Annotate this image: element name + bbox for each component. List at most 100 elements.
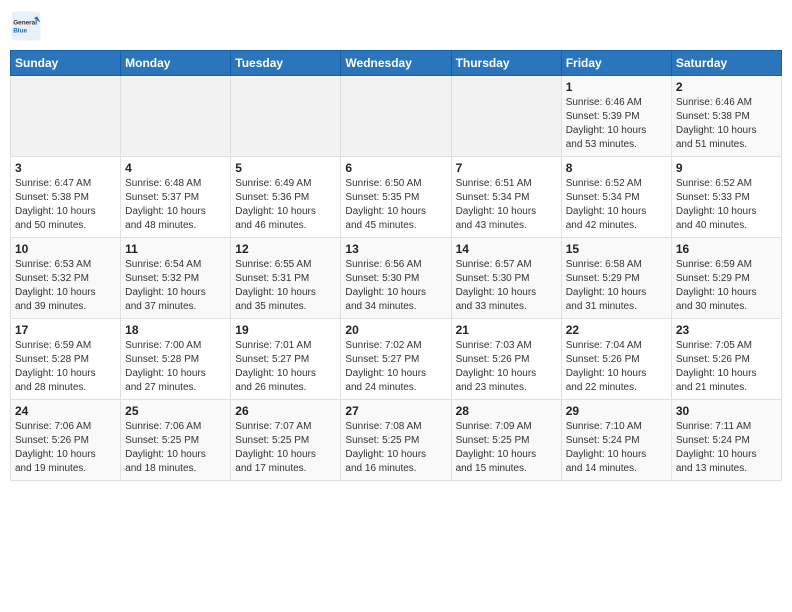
day-cell [11,76,121,157]
day-cell: 10 Sunrise: 6:53 AM Sunset: 5:32 PM Dayli… [11,238,121,319]
calendar-header: SundayMondayTuesdayWednesdayThursdayFrid… [11,51,782,76]
day-number: 18 [125,323,226,337]
day-info: Sunrise: 6:52 AM Sunset: 5:34 PM Dayligh… [566,177,667,233]
day-info: Sunrise: 6:49 AM Sunset: 5:36 PM Dayligh… [235,177,336,233]
header-cell-sunday: Sunday [11,51,121,76]
day-info: Sunrise: 7:08 AM Sunset: 5:25 PM Dayligh… [345,420,446,476]
header-cell-thursday: Thursday [451,51,561,76]
day-number: 6 [345,161,446,175]
day-cell: 8Sunrise: 6:52 AM Sunset: 5:34 PM Daylig… [561,157,671,238]
day-number: 28 [456,404,557,418]
day-info: Sunrise: 7:06 AM Sunset: 5:25 PM Dayligh… [125,420,226,476]
logo: General Blue [10,10,46,42]
day-number: 17 [15,323,116,337]
day-cell: 27Sunrise: 7:08 AM Sunset: 5:25 PM Dayli… [341,400,451,481]
day-number: 26 [235,404,336,418]
day-number: 4 [125,161,226,175]
day-info: Sunrise: 6:46 AM Sunset: 5:38 PM Dayligh… [676,96,777,152]
day-info: Sunrise: 6:50 AM Sunset: 5:35 PM Dayligh… [345,177,446,233]
day-number: 7 [456,161,557,175]
day-cell: 28 Sunrise: 7:09 AM Sunset: 5:25 PM Dayli… [451,400,561,481]
day-cell [121,76,231,157]
day-number: 1 [566,80,667,94]
day-info: Sunrise: 6:59 AM Sunset: 5:29 PM Dayligh… [676,258,777,314]
header-cell-monday: Monday [121,51,231,76]
day-cell: 6 Sunrise: 6:50 AM Sunset: 5:35 PM Daylig… [341,157,451,238]
day-number: 23 [676,323,777,337]
day-info: Sunrise: 6:47 AM Sunset: 5:38 PM Dayligh… [15,177,116,233]
day-info: Sunrise: 6:55 AM Sunset: 5:31 PM Dayligh… [235,258,336,314]
day-cell [341,76,451,157]
day-info: Sunrise: 7:04 AM Sunset: 5:26 PM Dayligh… [566,339,667,395]
day-number: 9 [676,161,777,175]
day-number: 24 [15,404,116,418]
header-cell-saturday: Saturday [671,51,781,76]
day-info: Sunrise: 6:51 AM Sunset: 5:34 PM Dayligh… [456,177,557,233]
day-number: 25 [125,404,226,418]
day-number: 15 [566,242,667,256]
header-cell-wednesday: Wednesday [341,51,451,76]
week-row-4: 17Sunrise: 6:59 AM Sunset: 5:28 PM Dayli… [11,319,782,400]
day-info: Sunrise: 6:57 AM Sunset: 5:30 PM Dayligh… [456,258,557,314]
day-info: Sunrise: 7:10 AM Sunset: 5:24 PM Dayligh… [566,420,667,476]
day-number: 12 [235,242,336,256]
day-info: Sunrise: 6:52 AM Sunset: 5:33 PM Dayligh… [676,177,777,233]
day-info: Sunrise: 7:02 AM Sunset: 5:27 PM Dayligh… [345,339,446,395]
day-info: Sunrise: 6:53 AM Sunset: 5:32 PM Dayligh… [15,258,116,314]
day-cell: 5 Sunrise: 6:49 AM Sunset: 5:36 PM Daylig… [231,157,341,238]
svg-text:Blue: Blue [13,27,27,34]
day-cell [451,76,561,157]
day-info: Sunrise: 7:00 AM Sunset: 5:28 PM Dayligh… [125,339,226,395]
day-number: 2 [676,80,777,94]
day-cell: 24 Sunrise: 7:06 AM Sunset: 5:26 PM Dayli… [11,400,121,481]
day-cell: 22 Sunrise: 7:04 AM Sunset: 5:26 PM Dayli… [561,319,671,400]
day-info: Sunrise: 7:09 AM Sunset: 5:25 PM Dayligh… [456,420,557,476]
day-number: 22 [566,323,667,337]
day-cell: 16 Sunrise: 6:59 AM Sunset: 5:29 PM Dayli… [671,238,781,319]
week-row-1: 1 Sunrise: 6:46 AM Sunset: 5:39 PM Daylig… [11,76,782,157]
day-number: 14 [456,242,557,256]
header-cell-friday: Friday [561,51,671,76]
week-row-5: 24 Sunrise: 7:06 AM Sunset: 5:26 PM Dayli… [11,400,782,481]
day-cell: 18 Sunrise: 7:00 AM Sunset: 5:28 PM Dayli… [121,319,231,400]
day-cell: 25 Sunrise: 7:06 AM Sunset: 5:25 PM Dayli… [121,400,231,481]
day-number: 16 [676,242,777,256]
day-cell: 15 Sunrise: 6:58 AM Sunset: 5:29 PM Dayli… [561,238,671,319]
day-number: 5 [235,161,336,175]
day-number: 30 [676,404,777,418]
week-row-2: 3 Sunrise: 6:47 AM Sunset: 5:38 PM Daylig… [11,157,782,238]
day-cell: 11Sunrise: 6:54 AM Sunset: 5:32 PM Dayli… [121,238,231,319]
day-cell: 21Sunrise: 7:03 AM Sunset: 5:26 PM Dayli… [451,319,561,400]
day-info: Sunrise: 7:06 AM Sunset: 5:26 PM Dayligh… [15,420,116,476]
calendar-table: SundayMondayTuesdayWednesdayThursdayFrid… [10,50,782,481]
day-cell: 29 Sunrise: 7:10 AM Sunset: 5:24 PM Dayli… [561,400,671,481]
day-cell: 9 Sunrise: 6:52 AM Sunset: 5:33 PM Daylig… [671,157,781,238]
week-row-3: 10 Sunrise: 6:53 AM Sunset: 5:32 PM Dayli… [11,238,782,319]
calendar-body: 1 Sunrise: 6:46 AM Sunset: 5:39 PM Daylig… [11,76,782,481]
day-info: Sunrise: 6:46 AM Sunset: 5:39 PM Dayligh… [566,96,667,152]
day-cell: 20 Sunrise: 7:02 AM Sunset: 5:27 PM Dayli… [341,319,451,400]
header: General Blue [10,10,782,42]
logo-icon: General Blue [10,10,42,42]
day-cell: 7 Sunrise: 6:51 AM Sunset: 5:34 PM Daylig… [451,157,561,238]
day-number: 29 [566,404,667,418]
day-cell: 19Sunrise: 7:01 AM Sunset: 5:27 PM Dayli… [231,319,341,400]
day-number: 13 [345,242,446,256]
day-number: 20 [345,323,446,337]
day-number: 21 [456,323,557,337]
day-info: Sunrise: 6:48 AM Sunset: 5:37 PM Dayligh… [125,177,226,233]
day-info: Sunrise: 6:58 AM Sunset: 5:29 PM Dayligh… [566,258,667,314]
day-cell: 26Sunrise: 7:07 AM Sunset: 5:25 PM Dayli… [231,400,341,481]
day-number: 11 [125,242,226,256]
day-cell: 12 Sunrise: 6:55 AM Sunset: 5:31 PM Dayli… [231,238,341,319]
header-row: SundayMondayTuesdayWednesdayThursdayFrid… [11,51,782,76]
day-number: 3 [15,161,116,175]
svg-text:General: General [13,19,37,26]
day-number: 10 [15,242,116,256]
day-info: Sunrise: 7:11 AM Sunset: 5:24 PM Dayligh… [676,420,777,476]
day-cell: 17Sunrise: 6:59 AM Sunset: 5:28 PM Dayli… [11,319,121,400]
day-cell: 13Sunrise: 6:56 AM Sunset: 5:30 PM Dayli… [341,238,451,319]
day-cell: 14 Sunrise: 6:57 AM Sunset: 5:30 PM Dayli… [451,238,561,319]
header-cell-tuesday: Tuesday [231,51,341,76]
day-number: 19 [235,323,336,337]
